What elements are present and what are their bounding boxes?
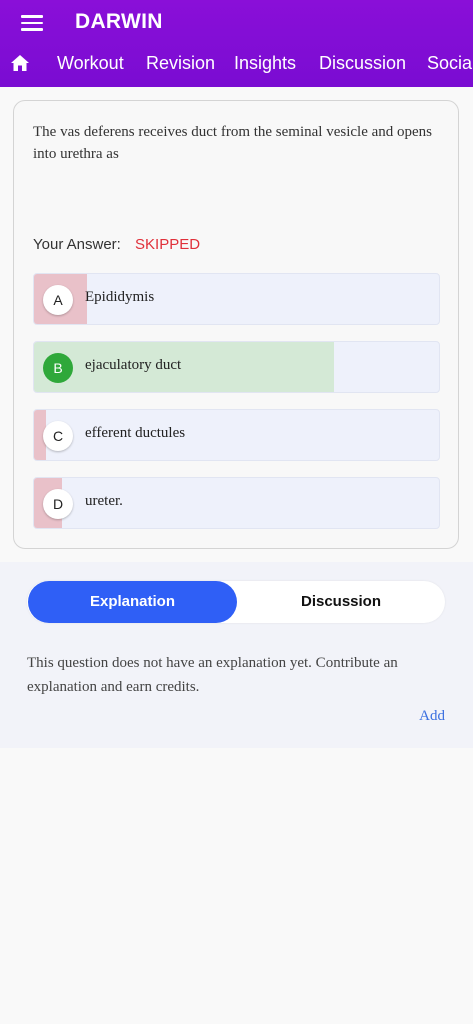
app-bar: DARWIN Workout Revision Insights Discuss… <box>0 0 473 87</box>
tab-discussion[interactable]: Discussion <box>319 53 406 74</box>
option-d-text: ureter. <box>85 493 123 509</box>
hamburger-menu-icon[interactable] <box>21 15 43 31</box>
no-explanation-message: This question does not have an explanati… <box>27 655 398 695</box>
option-letter-c: C <box>43 421 73 451</box>
option-c-text: efferent ductules <box>85 425 186 441</box>
option-a[interactable]: A Epididymis <box>33 273 440 325</box>
your-answer-label: Your Answer: <box>33 236 121 253</box>
explanation-tab[interactable]: Explanation <box>28 581 237 623</box>
option-b-response-bar <box>34 342 334 392</box>
option-b[interactable]: B ejaculatory duct <box>33 341 440 393</box>
option-b-text: ejaculatory duct <box>85 357 182 373</box>
question-text: The vas deferens receives duct from the … <box>33 124 433 162</box>
discussion-tab[interactable]: Discussion <box>237 581 445 623</box>
option-letter-b-correct: B <box>43 353 73 383</box>
app-title: DARWIN <box>75 10 163 33</box>
your-answer-status: SKIPPED <box>135 236 201 253</box>
home-icon[interactable] <box>10 54 30 72</box>
option-c[interactable]: C efferent ductules <box>33 409 440 461</box>
tab-revision[interactable]: Revision <box>146 53 215 74</box>
explanation-section: Explanation Discussion This question doe… <box>0 562 473 748</box>
tab-workout[interactable]: Workout <box>57 53 124 74</box>
option-a-text: Epididymis <box>85 289 155 305</box>
tab-insights[interactable]: Insights <box>234 53 296 74</box>
option-letter-d: D <box>43 489 73 519</box>
add-explanation-link[interactable]: Add <box>419 708 445 725</box>
tab-social[interactable]: Social <box>427 53 473 74</box>
question-card: The vas deferens receives duct from the … <box>13 100 459 549</box>
explanation-discussion-toggle: Explanation Discussion <box>27 581 445 623</box>
your-answer-row: Your Answer: SKIPPED <box>33 236 200 253</box>
nav-tabs: Workout Revision Insights Discussion Soc… <box>0 46 473 84</box>
option-letter-a: A <box>43 285 73 315</box>
option-d[interactable]: D ureter. <box>33 477 440 529</box>
